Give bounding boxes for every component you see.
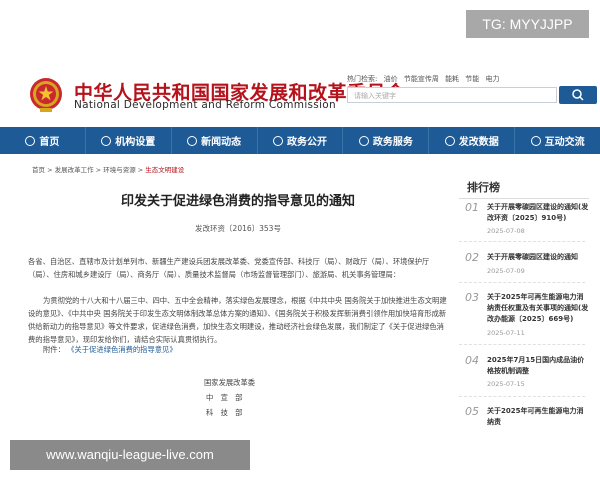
nav-home[interactable]: 首页 <box>0 127 86 154</box>
site-title-en: National Development and Reform Commissi… <box>74 99 336 111</box>
signatory: 科 技 部 <box>206 408 243 417</box>
rank-number: 03 <box>465 291 479 304</box>
nav-label: 新闻动态 <box>201 137 242 148</box>
rank-date: 2025-07-08 <box>487 227 525 235</box>
signatory: 中 宣 部 <box>206 393 243 402</box>
rank-title[interactable]: 2025年7月15日国内成品油价格按机制调整 <box>487 355 589 377</box>
hot-search-link[interactable]: 能耗 <box>445 75 459 83</box>
search-button[interactable] <box>559 86 597 104</box>
article-title: 印发关于促进绿色消费的指导意见的通知 <box>120 194 355 209</box>
home-icon <box>25 135 36 146</box>
nav-data[interactable]: 发改数据 <box>429 127 516 154</box>
service-icon <box>358 135 369 146</box>
hot-search-link[interactable]: 油价 <box>384 75 398 83</box>
attachment: 附件： 《关于促进绿色消费的指导意见》 <box>43 345 177 355</box>
nav-public-affairs[interactable]: 政务公开 <box>258 127 344 154</box>
rank-number: 05 <box>465 405 479 418</box>
nav-services[interactable]: 政务服务 <box>343 127 430 154</box>
article-paragraph: 各省、自治区、直辖市及计划单列市、新疆生产建设兵团发展改革委、党委宣传部、科技厅… <box>28 257 430 279</box>
rank-date: 2025-07-11 <box>487 329 525 337</box>
rank-number: 04 <box>465 354 479 367</box>
hot-search-link[interactable]: 电力 <box>486 75 500 83</box>
divider <box>459 241 585 242</box>
nav-label: 政务公开 <box>287 137 327 148</box>
national-emblem-icon <box>30 78 62 112</box>
article-doc-number: 发改环资〔2016〕353号 <box>195 224 281 233</box>
nav-label: 机构设置 <box>115 137 156 148</box>
signatory: 国家发展改革委 <box>204 378 256 387</box>
document-icon <box>273 135 283 146</box>
divider <box>459 282 585 283</box>
organization-icon <box>101 135 112 146</box>
breadcrumb-separator: > <box>135 166 146 174</box>
nav-label: 政务服务 <box>372 137 413 148</box>
breadcrumb: 首页 > 发展改革工作 > 环境与资源 > 生态文明建设 <box>32 164 184 174</box>
breadcrumb-separator: > <box>93 166 104 174</box>
search-icon <box>572 89 584 101</box>
nav-label: 互动交流 <box>544 137 585 148</box>
rank-title[interactable]: 关于2025年可再生能源电力消纳责 <box>487 406 589 428</box>
nav-organization[interactable]: 机构设置 <box>86 127 172 154</box>
breadcrumb-separator: > <box>45 166 55 174</box>
rank-number: 01 <box>465 201 479 214</box>
article: 印发关于促进绿色消费的指导意见的通知 发改环资〔2016〕353号 各省、自治区… <box>28 180 448 480</box>
rank-title[interactable]: 关于开展零碳园区建设的通知 <box>487 252 589 263</box>
watermark-tg: TG: MYYJJPP <box>466 10 589 38</box>
attachment-link[interactable]: 《关于促进绿色消费的指导意见》 <box>67 345 176 354</box>
divider <box>459 396 585 397</box>
rank-title[interactable]: 关于2025年可再生能源电力消纳责任权重及有关事项的通知(发改办能源〔2025〕… <box>487 292 589 325</box>
ranking-title: 排行榜 <box>467 181 500 194</box>
nav-interaction[interactable]: 互动交流 <box>515 127 600 154</box>
nav-label: 首页 <box>39 137 60 148</box>
breadcrumb-current[interactable]: 生态文明建设 <box>145 166 184 174</box>
search-input[interactable]: 请输入关键字 <box>347 87 557 103</box>
rank-date: 2025-07-15 <box>487 380 525 388</box>
ranking-sidebar: 排行榜 01 关于开展零碳园区建设的通知(发改环资〔2025〕910号) 202… <box>459 174 589 480</box>
rank-number: 02 <box>465 251 479 264</box>
hot-search-words: 热门检索: 油价 节能宣传周 能耗 节能 电力 <box>347 74 504 84</box>
data-icon <box>444 135 455 146</box>
news-icon <box>187 135 198 146</box>
main-nav: 首页 机构设置 新闻动态 政务公开 政务服务 发改数据 互动交流 <box>0 127 600 154</box>
rank-date: 2025-07-09 <box>487 267 525 275</box>
breadcrumb-item[interactable]: 发展改革工作 <box>55 166 94 174</box>
breadcrumb-item[interactable]: 环境与资源 <box>103 166 136 174</box>
chat-icon <box>530 135 541 146</box>
nav-label: 发改数据 <box>458 137 499 148</box>
attachment-label: 附件： <box>43 345 65 354</box>
hot-search-label: 热门检索: <box>347 75 378 83</box>
article-paragraph: 为贯彻党的十八大和十八届三中、四中、五中全会精神，落实绿色发展理念，根据《中共中… <box>28 296 447 344</box>
hot-search-link[interactable]: 节能宣传周 <box>404 75 439 83</box>
nav-news[interactable]: 新闻动态 <box>172 127 258 154</box>
watermark-url: www.wanqiu-league-live.com <box>10 440 250 470</box>
divider <box>459 198 589 199</box>
rank-title[interactable]: 关于开展零碳园区建设的通知(发改环资〔2025〕910号) <box>487 202 589 224</box>
hot-search-link[interactable]: 节能 <box>465 75 479 83</box>
breadcrumb-home[interactable]: 首页 <box>32 166 45 174</box>
divider <box>459 344 585 345</box>
